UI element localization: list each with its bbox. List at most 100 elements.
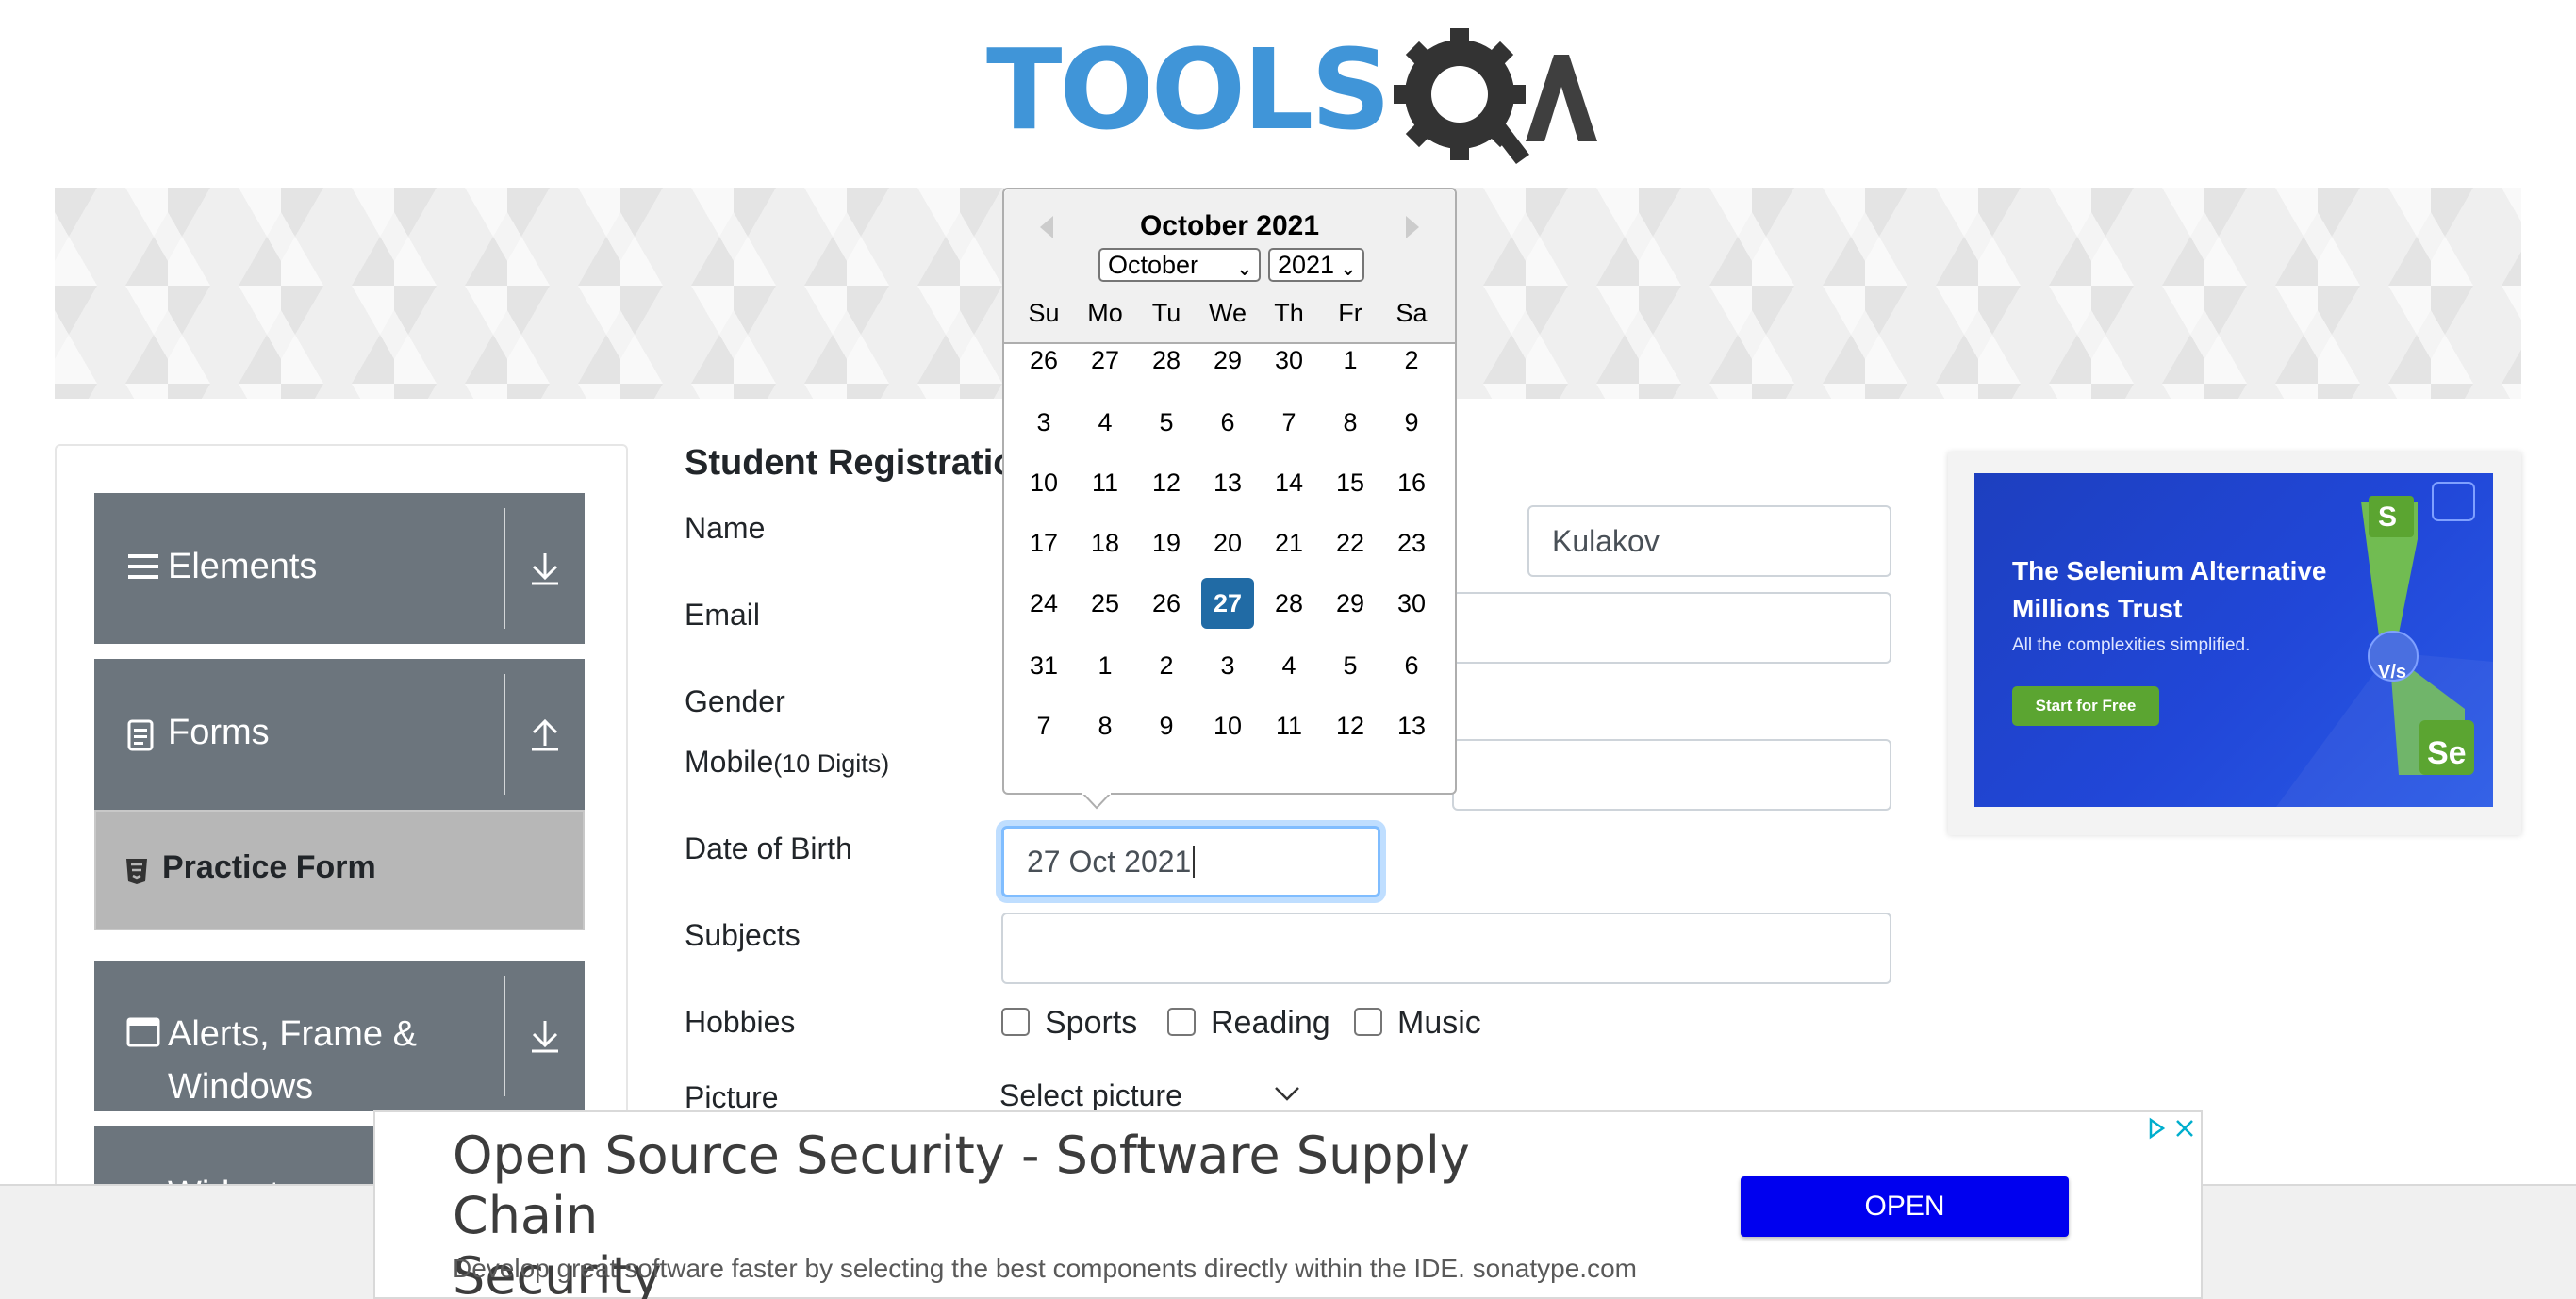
- last-name-input[interactable]: Kulakov: [1527, 505, 1891, 577]
- selected-day[interactable]: 27: [1201, 578, 1254, 629]
- calendar-day[interactable]: 21: [1263, 518, 1315, 568]
- ad-badge-s: S: [2378, 502, 2398, 533]
- sidebar-group-alerts[interactable]: Alerts, Frame & Windows: [94, 961, 585, 1111]
- calendar-day[interactable]: 27: [1079, 335, 1131, 386]
- calendar-day[interactable]: 11: [1079, 457, 1131, 508]
- calendar-day[interactable]: 9: [1385, 397, 1438, 448]
- text-caret: [1193, 846, 1196, 878]
- calendar-day[interactable]: 13: [1201, 457, 1254, 508]
- document-icon: [127, 719, 154, 751]
- calendar-day[interactable]: 17: [1017, 518, 1070, 568]
- datepicker-header: October 2021 October ⌄ 2021 ⌄ Su Mo Tu We Th Fr…: [1004, 189, 1455, 344]
- calendar-day[interactable]: 4: [1263, 640, 1315, 691]
- label-email: Email: [685, 598, 761, 632]
- sidebar-group-forms[interactable]: Forms: [94, 659, 585, 810]
- next-month-icon[interactable]: [1393, 208, 1430, 246]
- subjects-input[interactable]: [1001, 913, 1891, 984]
- calendar-day[interactable]: 10: [1017, 457, 1070, 508]
- calendar-day[interactable]: 30: [1263, 335, 1315, 386]
- month-select[interactable]: October ⌄: [1098, 248, 1261, 282]
- calendar-day[interactable]: 12: [1324, 700, 1377, 751]
- download-icon[interactable]: [522, 546, 568, 591]
- calendar-day[interactable]: 30: [1385, 578, 1438, 629]
- calendar-day[interactable]: 10: [1201, 700, 1254, 751]
- hobby-sports-checkbox[interactable]: [1001, 1008, 1030, 1036]
- sidebar-group-label-line2: Windows: [168, 1067, 314, 1107]
- calendar-day[interactable]: 2: [1140, 640, 1193, 691]
- calendar-day[interactable]: 26: [1140, 578, 1193, 629]
- calendar-day[interactable]: 7: [1017, 700, 1070, 751]
- month-select-value: October: [1108, 251, 1199, 279]
- calendar-day[interactable]: 28: [1263, 578, 1315, 629]
- year-select[interactable]: 2021 ⌄: [1268, 248, 1364, 282]
- sidebar-group-elements[interactable]: Elements: [94, 493, 585, 644]
- hobby-reading-label[interactable]: Reading: [1211, 1005, 1330, 1042]
- calendar-day[interactable]: 3: [1201, 640, 1254, 691]
- calendar-day[interactable]: 12: [1140, 457, 1193, 508]
- label-name: Name: [685, 511, 766, 545]
- calendar-day[interactable]: 31: [1017, 640, 1070, 691]
- calendar-day[interactable]: 24: [1017, 578, 1070, 629]
- download-icon[interactable]: [522, 1013, 568, 1059]
- form-heading: Student Registratic: [685, 443, 1014, 483]
- hobby-music-checkbox[interactable]: [1354, 1008, 1382, 1036]
- calendar-day[interactable]: 14: [1263, 457, 1315, 508]
- bottom-ad-description[interactable]: Develop great software faster by selecti…: [453, 1254, 1637, 1284]
- calendar-day[interactable]: 2: [1385, 335, 1438, 386]
- ad-creative[interactable]: S V/s Se The Selenium Alternative Million…: [1974, 473, 2493, 807]
- calendar-day[interactable]: 20: [1201, 518, 1254, 568]
- calendar-day[interactable]: 6: [1201, 397, 1254, 448]
- calendar-day[interactable]: 3: [1017, 397, 1070, 448]
- calendar-day[interactable]: 1: [1324, 335, 1377, 386]
- calendar-day[interactable]: 11: [1263, 700, 1315, 751]
- chevron-down-icon[interactable]: [1273, 1084, 1301, 1103]
- hobby-music-label[interactable]: Music: [1397, 1005, 1481, 1042]
- sidebar-group-label: Forms: [168, 713, 270, 752]
- toolsqa-logo[interactable]: TOOLS: [986, 25, 1599, 175]
- hobby-sports-label[interactable]: Sports: [1045, 1005, 1137, 1042]
- email-input[interactable]: [1452, 592, 1891, 664]
- select-picture-button[interactable]: Select picture: [999, 1078, 1182, 1113]
- hobby-reading-checkbox[interactable]: [1167, 1008, 1196, 1036]
- calendar-day[interactable]: 28: [1140, 335, 1193, 386]
- calendar-day[interactable]: 9: [1140, 700, 1193, 751]
- weekday-label: Su: [1028, 299, 1060, 327]
- calendar-day[interactable]: 26: [1017, 335, 1070, 386]
- calendar-day[interactable]: 19: [1140, 518, 1193, 568]
- calendar-day[interactable]: 29: [1201, 335, 1254, 386]
- bottom-ad-open-button[interactable]: OPEN: [1741, 1176, 2069, 1237]
- label-gender: Gender: [685, 684, 785, 718]
- ad-choices-icon[interactable]: [2142, 1114, 2199, 1143]
- calendar-day[interactable]: 5: [1140, 397, 1193, 448]
- mobile-input[interactable]: [1452, 739, 1891, 811]
- side-advertisement[interactable]: S V/s Se The Selenium Alternative Million…: [1948, 452, 2521, 835]
- calendar-day[interactable]: 6: [1385, 640, 1438, 691]
- last-name-value: Kulakov: [1552, 523, 1660, 558]
- calendar-day[interactable]: 29: [1324, 578, 1377, 629]
- calendar-day[interactable]: 15: [1324, 457, 1377, 508]
- upload-icon[interactable]: [522, 712, 568, 757]
- calendar-day[interactable]: 8: [1324, 397, 1377, 448]
- label-subjects: Subjects: [685, 918, 801, 952]
- calendar-day[interactable]: 23: [1385, 518, 1438, 568]
- ad-start-free-button[interactable]: Start for Free: [2012, 686, 2159, 726]
- calendar-day[interactable]: 8: [1079, 700, 1131, 751]
- calendar-day[interactable]: 5: [1324, 640, 1377, 691]
- weekday-label: Mo: [1087, 299, 1123, 327]
- date-of-birth-input[interactable]: 27 Oct 2021: [1001, 826, 1380, 897]
- calendar-day[interactable]: 4: [1079, 397, 1131, 448]
- calendar-day[interactable]: 25: [1079, 578, 1131, 629]
- calendar-day[interactable]: 13: [1385, 700, 1438, 751]
- calendar-day[interactable]: 22: [1324, 518, 1377, 568]
- calendar-day[interactable]: 1: [1079, 640, 1131, 691]
- calendar-day[interactable]: 18: [1079, 518, 1131, 568]
- calendar-day[interactable]: 7: [1263, 397, 1315, 448]
- bottom-ad-title-line1: Open Source Security - Software Supply C…: [453, 1126, 1470, 1245]
- sidebar-item-practice-form[interactable]: Practice Form: [94, 810, 585, 930]
- chevron-down-icon: ⌄: [1339, 256, 1357, 280]
- divider: [504, 674, 505, 795]
- dob-value: 27 Oct 2021: [1027, 844, 1192, 879]
- gear-icon: [1394, 28, 1597, 164]
- bottom-advertisement[interactable]: Open Source Security - Software Supply C…: [373, 1110, 2203, 1299]
- calendar-day[interactable]: 16: [1385, 457, 1438, 508]
